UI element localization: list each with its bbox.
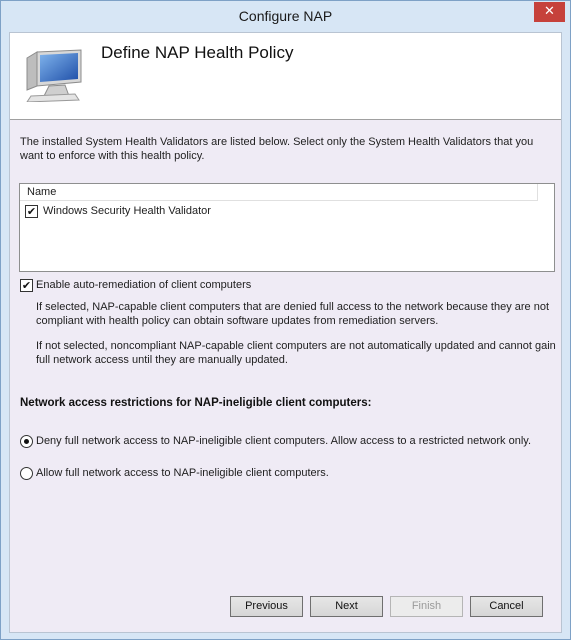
page-title: Define NAP Health Policy xyxy=(101,43,294,62)
title-bar[interactable]: Configure NAP ✕ xyxy=(1,1,570,32)
finish-button[interactable]: Finish xyxy=(390,596,463,617)
computer-monitor-icon xyxy=(26,49,82,102)
validator-checkbox[interactable]: ✔ xyxy=(25,205,38,218)
deny-access-label[interactable]: Deny full network access to NAP-ineligib… xyxy=(36,435,531,447)
wizard-page: Define NAP Health Policy The installed S… xyxy=(9,32,562,633)
previous-button[interactable]: Previous xyxy=(230,596,303,617)
window-title: Configure NAP xyxy=(238,8,333,24)
validators-list[interactable]: Name ✔ Windows Security Health Validator xyxy=(19,183,555,272)
auto-remediation-not-selected-desc: If not selected, noncompliant NAP-capabl… xyxy=(36,340,556,366)
configure-nap-window: Configure NAP ✕ Define NAP Health Policy… xyxy=(0,0,571,640)
validator-label: Windows Security Health Validator xyxy=(43,205,211,217)
intro-text: The installed System Health Validators a… xyxy=(20,136,534,162)
deny-access-radio[interactable] xyxy=(20,435,33,448)
column-header-name[interactable]: Name xyxy=(20,184,538,201)
next-button[interactable]: Next xyxy=(310,596,383,617)
auto-remediation-selected-desc: If selected, NAP-capable client computer… xyxy=(36,301,550,327)
wizard-header: Define NAP Health Policy xyxy=(10,33,561,120)
close-button[interactable]: ✕ xyxy=(534,2,565,22)
auto-remediation-checkbox[interactable]: ✔ xyxy=(20,279,33,292)
cancel-button[interactable]: Cancel xyxy=(470,596,543,617)
column-header-label: Name xyxy=(27,186,57,198)
radio-selected-dot xyxy=(24,439,29,444)
allow-access-label[interactable]: Allow full network access to NAP-ineligi… xyxy=(36,467,329,479)
restrictions-heading: Network access restrictions for NAP-inel… xyxy=(20,397,372,409)
allow-access-radio[interactable] xyxy=(20,467,33,480)
auto-remediation-label[interactable]: Enable auto-remediation of client comput… xyxy=(36,279,251,291)
